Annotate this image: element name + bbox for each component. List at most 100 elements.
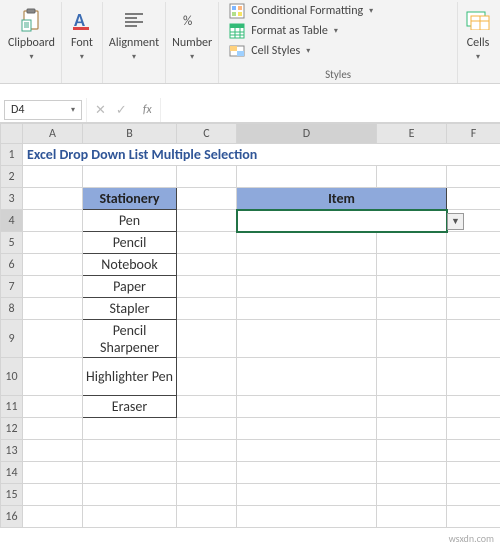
grid-cell[interactable] xyxy=(23,358,83,396)
grid-cell[interactable] xyxy=(23,276,83,298)
grid-cell[interactable] xyxy=(447,298,500,320)
col-header[interactable]: B xyxy=(83,124,177,144)
conditional-formatting-button[interactable]: Conditional Formatting ▾ xyxy=(229,2,373,20)
grid-cell[interactable] xyxy=(377,418,447,440)
grid-cell[interactable] xyxy=(177,276,237,298)
grid-cell[interactable] xyxy=(447,320,500,358)
row-header[interactable]: 6 xyxy=(1,254,23,276)
grid-cell[interactable] xyxy=(447,166,500,188)
grid-cell[interactable] xyxy=(237,166,377,188)
grid-cell[interactable] xyxy=(447,462,500,484)
grid-cell[interactable] xyxy=(447,254,500,276)
format-as-table-button[interactable]: Format as Table ▾ xyxy=(229,22,338,40)
chevron-down-icon[interactable]: ▾ xyxy=(132,52,136,62)
grid-cell[interactable] xyxy=(177,440,237,462)
row-header[interactable]: 16 xyxy=(1,506,23,528)
grid-cell[interactable] xyxy=(23,506,83,528)
grid-cell[interactable] xyxy=(83,462,177,484)
stationery-cell[interactable]: Eraser xyxy=(83,396,177,418)
clipboard-button[interactable]: Clipboard xyxy=(8,36,55,50)
row-header[interactable]: 11 xyxy=(1,396,23,418)
font-icon[interactable]: A xyxy=(68,6,96,34)
row-header[interactable]: 10 xyxy=(1,358,23,396)
grid-cell[interactable] xyxy=(177,298,237,320)
grid-cell[interactable] xyxy=(83,166,177,188)
stationery-cell[interactable]: Pen xyxy=(83,210,177,232)
row-header[interactable]: 7 xyxy=(1,276,23,298)
grid-cell[interactable] xyxy=(23,210,83,232)
grid-cell[interactable] xyxy=(237,276,377,298)
clipboard-icon[interactable] xyxy=(17,6,45,34)
grid-cell[interactable] xyxy=(377,232,447,254)
grid-cell[interactable] xyxy=(177,358,237,396)
row-header[interactable]: 15 xyxy=(1,484,23,506)
row-header[interactable]: 8 xyxy=(1,298,23,320)
grid-cell[interactable] xyxy=(177,462,237,484)
grid-cell[interactable] xyxy=(23,320,83,358)
grid-cell[interactable] xyxy=(177,188,237,210)
grid-cell[interactable] xyxy=(237,396,377,418)
cancel-icon[interactable]: ✕ xyxy=(95,103,106,118)
grid-cell[interactable] xyxy=(447,484,500,506)
stationery-cell[interactable]: Notebook xyxy=(83,254,177,276)
grid-cell[interactable] xyxy=(237,484,377,506)
grid-cell[interactable] xyxy=(377,254,447,276)
grid-cell[interactable] xyxy=(177,166,237,188)
row-header[interactable]: 1 xyxy=(1,144,23,166)
font-button[interactable]: Font xyxy=(71,36,93,50)
stationery-cell[interactable]: Pencil xyxy=(83,232,177,254)
grid-cell[interactable] xyxy=(237,298,377,320)
grid-cell[interactable] xyxy=(23,396,83,418)
grid-cell[interactable] xyxy=(447,276,500,298)
grid-cell[interactable] xyxy=(83,506,177,528)
grid-cell[interactable] xyxy=(23,232,83,254)
cells-icon[interactable] xyxy=(464,6,492,34)
sheet-title[interactable]: Excel Drop Down List Multiple Selection xyxy=(23,144,500,166)
formula-input[interactable] xyxy=(161,98,500,122)
cells-button[interactable]: Cells xyxy=(467,36,490,50)
row-header[interactable]: 14 xyxy=(1,462,23,484)
grid-cell[interactable] xyxy=(237,462,377,484)
grid-cell[interactable] xyxy=(177,232,237,254)
grid-cell[interactable] xyxy=(23,484,83,506)
grid-cell[interactable] xyxy=(447,188,500,210)
grid-cell[interactable] xyxy=(23,418,83,440)
col-header[interactable]: C xyxy=(177,124,237,144)
grid-cell[interactable] xyxy=(23,440,83,462)
row-header[interactable]: 12 xyxy=(1,418,23,440)
grid-cell[interactable] xyxy=(237,358,377,396)
stationery-cell[interactable]: Pencil Sharpener xyxy=(83,320,177,358)
grid-cell[interactable] xyxy=(237,320,377,358)
grid-cell[interactable] xyxy=(177,210,237,232)
chevron-down-icon[interactable]: ▾ xyxy=(80,52,84,62)
grid-cell[interactable] xyxy=(377,440,447,462)
row-header[interactable]: 9 xyxy=(1,320,23,358)
stationery-cell[interactable]: Highlighter Pen xyxy=(83,358,177,396)
row-header[interactable]: 13 xyxy=(1,440,23,462)
stationery-cell[interactable]: Paper xyxy=(83,276,177,298)
grid-cell[interactable] xyxy=(237,418,377,440)
enter-icon[interactable]: ✓ xyxy=(116,103,127,118)
grid-cell[interactable] xyxy=(237,506,377,528)
grid-cell[interactable] xyxy=(23,462,83,484)
alignment-icon[interactable] xyxy=(120,6,148,34)
grid-cell[interactable] xyxy=(177,396,237,418)
alignment-button[interactable]: Alignment xyxy=(109,36,159,50)
grid-cell[interactable] xyxy=(377,276,447,298)
name-box[interactable]: D4 ▾ xyxy=(4,100,82,120)
grid-cell[interactable] xyxy=(177,506,237,528)
stationery-header[interactable]: Stationery xyxy=(83,188,177,210)
stationery-cell[interactable]: Stapler xyxy=(83,298,177,320)
grid-cell[interactable] xyxy=(377,484,447,506)
grid-cell[interactable] xyxy=(447,232,500,254)
grid-cell[interactable] xyxy=(237,232,377,254)
grid-cell[interactable] xyxy=(377,396,447,418)
grid-cell[interactable] xyxy=(237,254,377,276)
grid-cell[interactable] xyxy=(377,506,447,528)
grid-cell[interactable] xyxy=(83,440,177,462)
col-header[interactable]: F xyxy=(447,124,500,144)
row-header[interactable]: 3 xyxy=(1,188,23,210)
grid-cell[interactable] xyxy=(447,418,500,440)
item-header[interactable]: Item xyxy=(237,188,447,210)
chevron-down-icon[interactable]: ▾ xyxy=(29,52,33,62)
